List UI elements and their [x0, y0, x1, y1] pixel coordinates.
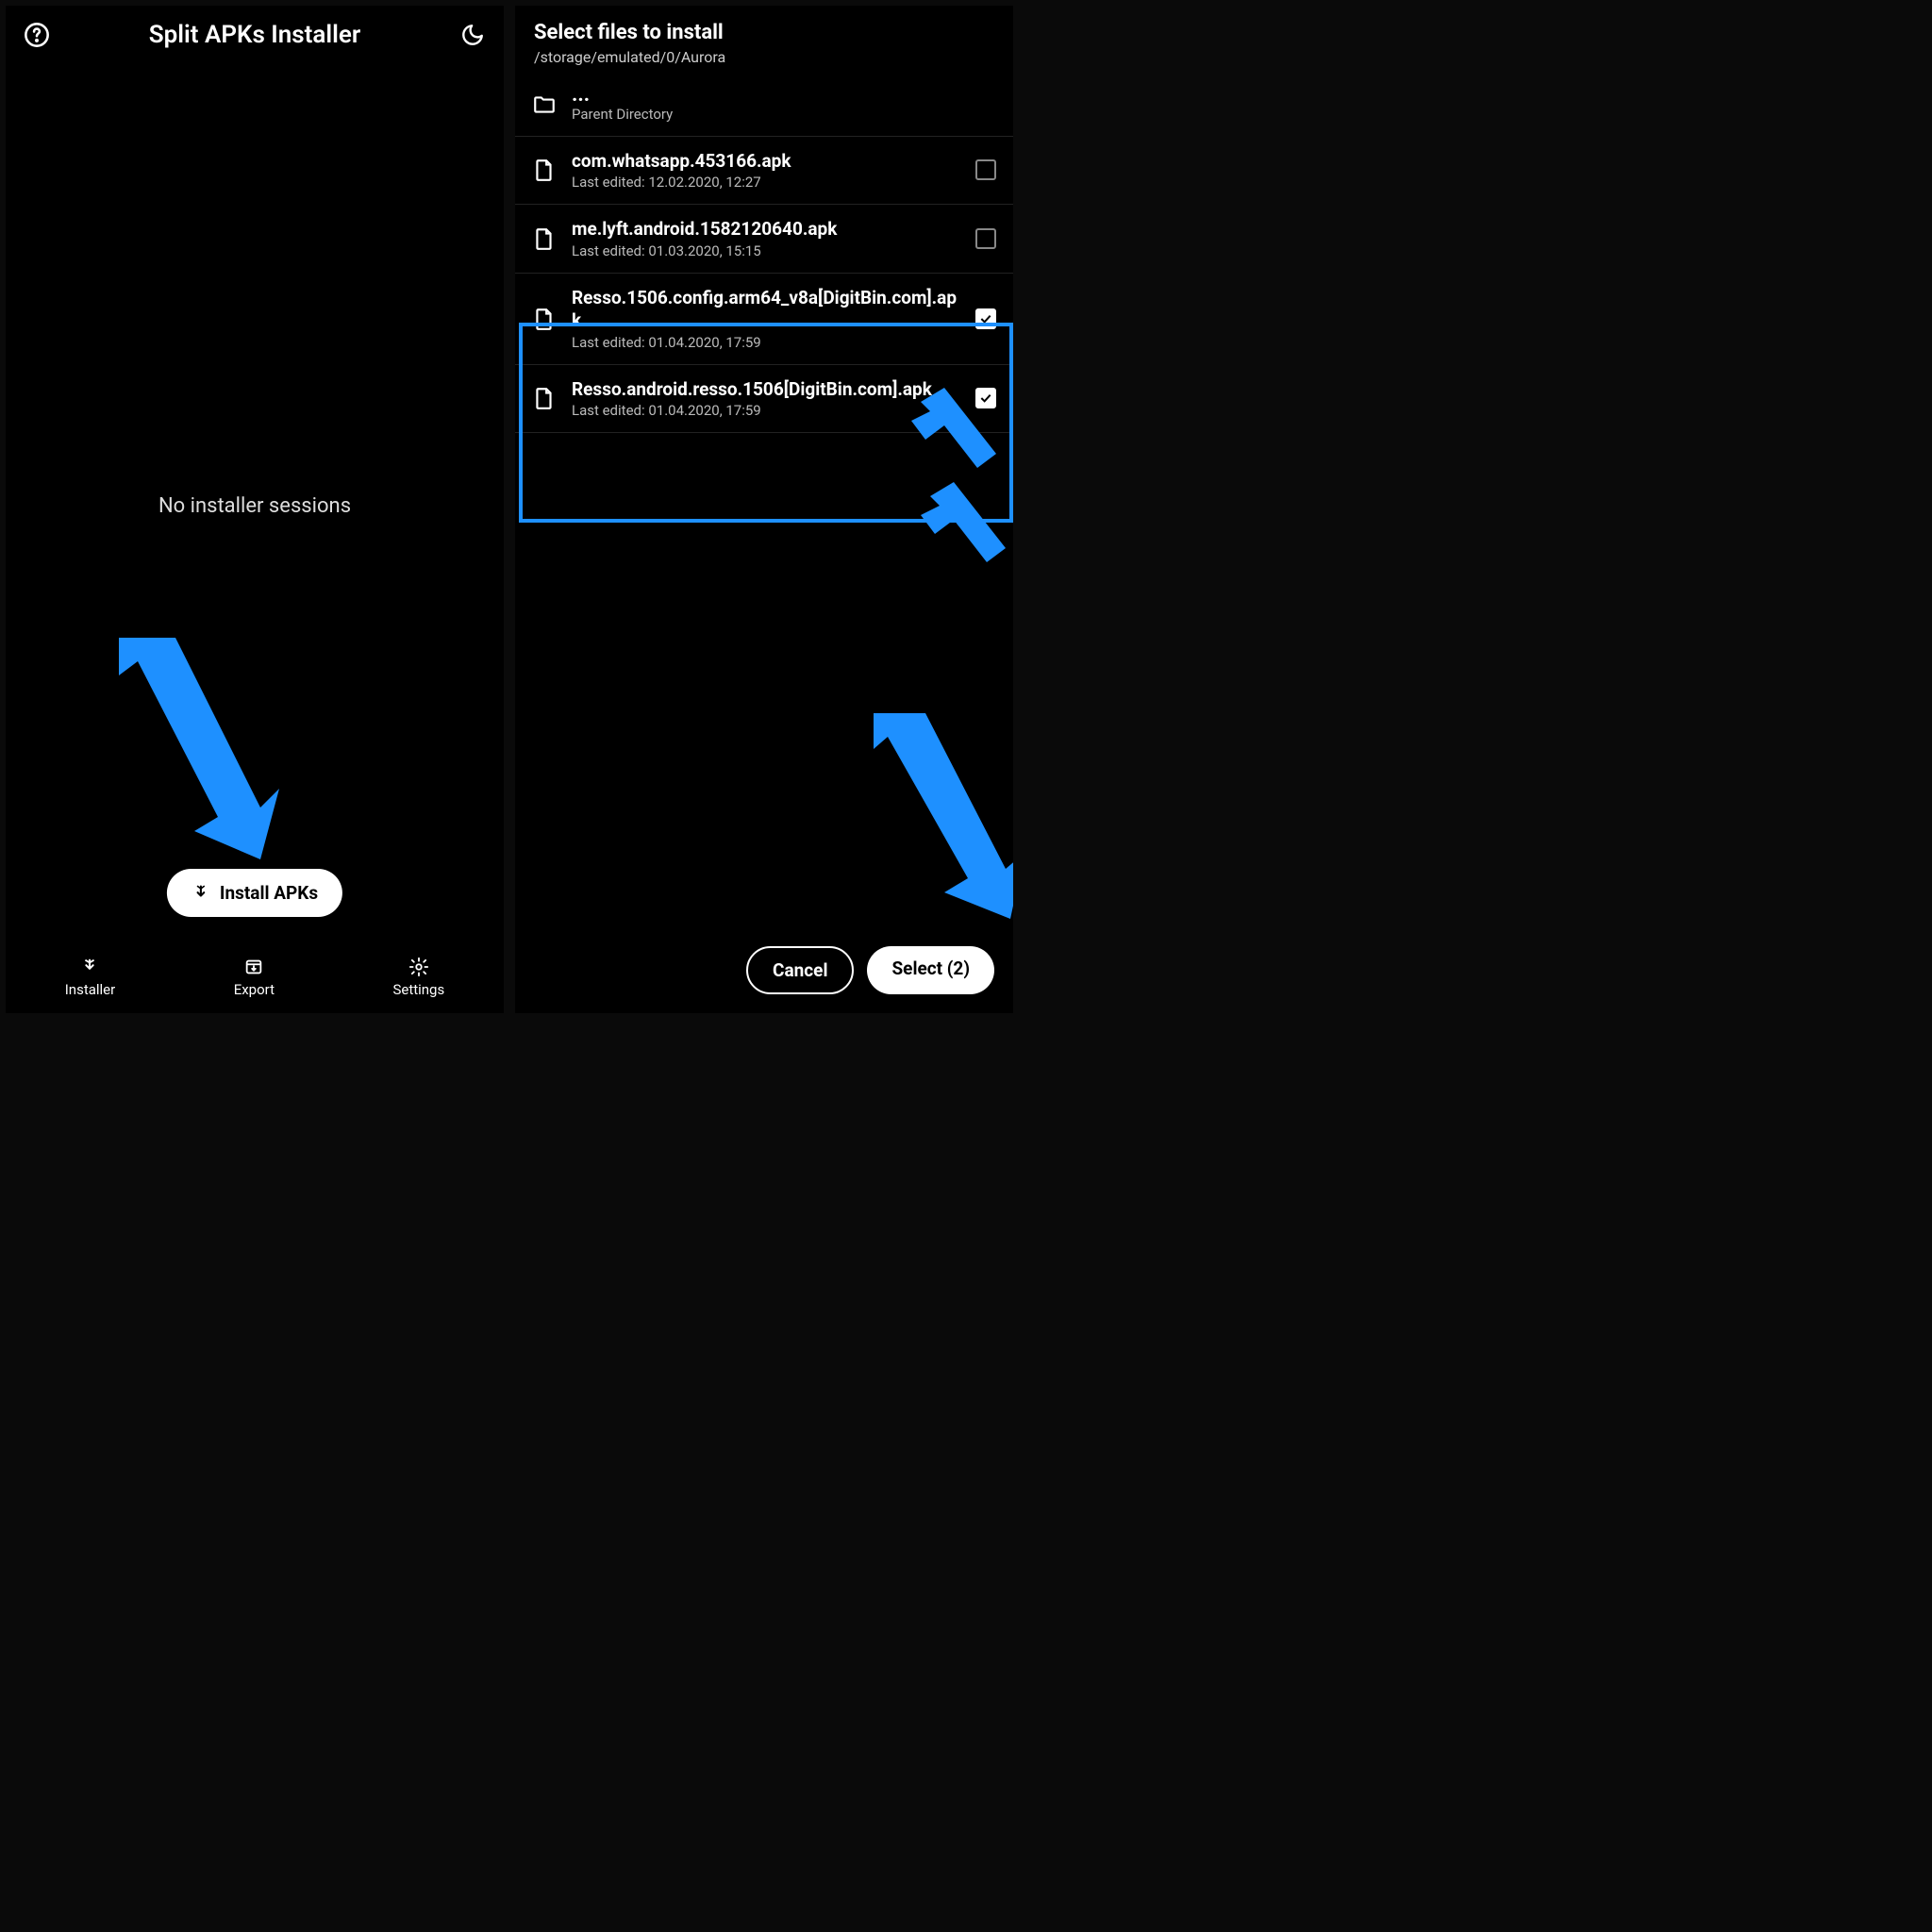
- installer-panel: Split APKs Installer No installer sessio…: [4, 4, 506, 1015]
- parent-directory-row[interactable]: ... Parent Directory: [515, 74, 1013, 137]
- file-row[interactable]: me.lyft.android.1582120640.apk Last edit…: [515, 205, 1013, 274]
- nav-settings[interactable]: Settings: [392, 957, 444, 998]
- nav-export-label: Export: [234, 981, 275, 998]
- file-name: com.whatsapp.453166.apk: [572, 150, 960, 173]
- file-row[interactable]: Resso.1506.config.arm64_v8a[DigitBin.com…: [515, 274, 1013, 365]
- toolbar: Split APKs Installer: [6, 6, 504, 64]
- nav-installer-label: Installer: [65, 981, 116, 998]
- cancel-button[interactable]: Cancel: [746, 946, 854, 994]
- file-picker-title: Select files to install: [534, 21, 994, 44]
- file-meta: Last edited: 01.04.2020, 17:59: [572, 402, 960, 419]
- file-name: Resso.1506.config.arm64_v8a[DigitBin.com…: [572, 287, 960, 332]
- file-icon: [532, 158, 557, 182]
- annotation-arrow-check2: [921, 477, 1006, 575]
- file-checkbox[interactable]: [975, 388, 996, 408]
- file-picker-header: Select files to install /storage/emulate…: [515, 6, 1013, 74]
- file-checkbox[interactable]: [975, 228, 996, 249]
- select-button[interactable]: Select (2): [867, 946, 994, 994]
- empty-state-message: No installer sessions: [6, 64, 504, 947]
- file-meta: Last edited: 12.02.2020, 12:27: [572, 174, 960, 191]
- bottom-nav: Installer Export Settings: [6, 947, 504, 1013]
- install-apks-button[interactable]: Install APKs: [167, 869, 342, 917]
- nav-export[interactable]: Export: [234, 957, 275, 998]
- nav-installer[interactable]: Installer: [65, 957, 116, 998]
- nav-settings-label: Settings: [392, 981, 444, 998]
- app-title: Split APKs Installer: [53, 21, 457, 49]
- file-meta: Last edited: 01.03.2020, 15:15: [572, 242, 960, 259]
- file-icon: [532, 386, 557, 410]
- file-picker-path: /storage/emulated/0/Aurora: [534, 48, 994, 66]
- file-row[interactable]: Resso.android.resso.1506[DigitBin.com].a…: [515, 365, 1013, 434]
- file-name: me.lyft.android.1582120640.apk: [572, 218, 960, 241]
- file-list: ... Parent Directory com.whatsapp.453166…: [515, 74, 1013, 433]
- parent-dots: ...: [572, 87, 996, 104]
- file-picker-footer: Cancel Select (2): [746, 946, 994, 994]
- file-row[interactable]: com.whatsapp.453166.apk Last edited: 12.…: [515, 137, 1013, 206]
- file-name: Resso.android.resso.1506[DigitBin.com].a…: [572, 378, 960, 401]
- file-picker-panel: Select files to install /storage/emulate…: [513, 4, 1015, 1015]
- file-icon: [532, 226, 557, 251]
- annotation-arrow-select: [855, 704, 1015, 924]
- file-icon: [532, 307, 557, 331]
- folder-icon: [532, 92, 557, 117]
- file-checkbox[interactable]: [975, 308, 996, 329]
- parent-label: Parent Directory: [572, 106, 996, 123]
- help-icon[interactable]: [21, 19, 53, 51]
- file-checkbox[interactable]: [975, 159, 996, 180]
- file-meta: Last edited: 01.04.2020, 17:59: [572, 334, 960, 351]
- theme-toggle-icon[interactable]: [457, 19, 489, 51]
- install-apks-label: Install APKs: [220, 882, 318, 904]
